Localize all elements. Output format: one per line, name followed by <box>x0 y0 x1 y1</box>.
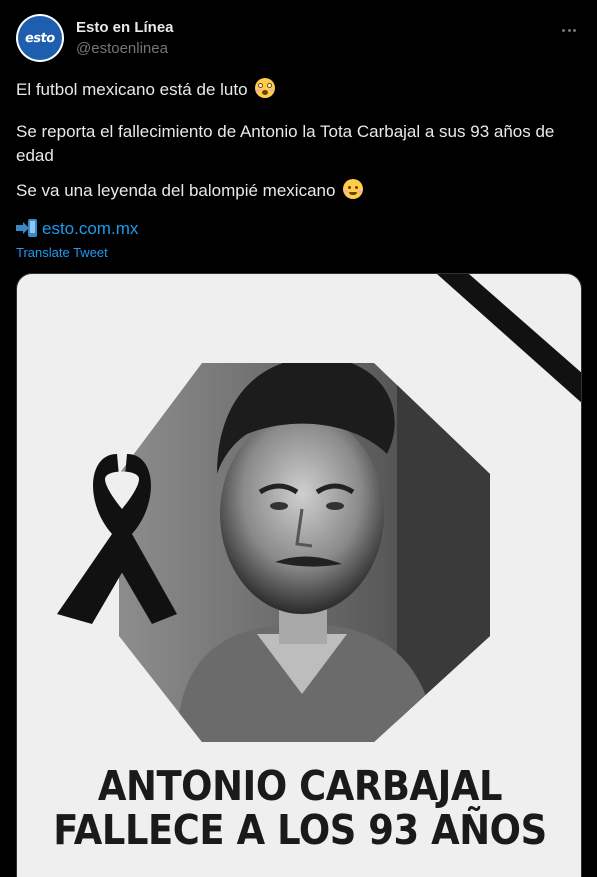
pleading-face-icon <box>343 179 364 199</box>
esto-logo: esto <box>18 16 62 60</box>
avatar[interactable]: esto <box>16 14 64 62</box>
tweet-line-1-text: El futbol mexicano está de luto <box>16 80 248 99</box>
flushed-face-icon <box>255 78 276 98</box>
mobile-phone-arrow-icon <box>16 219 38 239</box>
translate-tweet-link[interactable]: Translate Tweet <box>16 245 108 260</box>
link-esto[interactable]: esto.com.mx <box>42 219 138 239</box>
user-handle[interactable]: @estoenlinea <box>76 40 168 57</box>
headline-line-1: ANTONIO CARBAJAL <box>97 762 503 810</box>
avatar-logo-text: esto <box>24 30 56 46</box>
headline-line-2: FALLECE A LOS 93 AÑOS <box>53 806 547 854</box>
tweet-media-image[interactable]: ANTONIO CARBAJAL FALLECE A LOS 93 AÑOS <box>16 273 582 877</box>
more-options-icon[interactable] <box>557 20 581 40</box>
display-name[interactable]: Esto en Línea <box>76 19 174 36</box>
tweet-line-3: Se va una leyenda del balompié mexicano <box>16 179 364 203</box>
tweet-line-2: Se reporta el fallecimiento de Antonio l… <box>16 122 555 165</box>
link-row: esto.com.mx <box>16 219 138 239</box>
tweet-header: esto Esto en Línea @estoenlinea <box>16 14 581 62</box>
tweet-line-3-text: Se va una leyenda del balompié mexicano <box>16 181 336 200</box>
tweet-line-1: El futbol mexicano está de luto <box>16 78 276 102</box>
portrait-photo <box>119 363 490 742</box>
